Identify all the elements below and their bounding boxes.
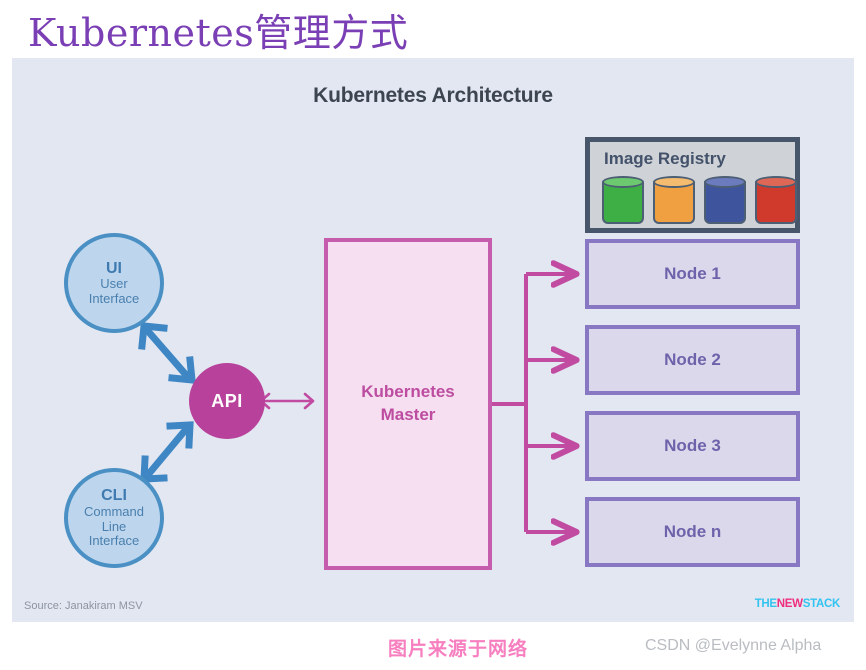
ui-line-1: User [100,276,128,292]
cli-abbr-label: CLI [101,487,127,505]
cli-line-1: Command [84,504,144,520]
api-label: API [211,390,243,411]
chinese-watermark: 图片来源于网络 [388,638,529,660]
csdn-watermark: CSDN @Evelynne Alpha [645,637,822,654]
red-cylinder-icon [755,176,797,224]
logo-the: THE [754,598,777,610]
master-to-nodes-arrows [480,274,575,532]
the-new-stack-logo: THENEWSTACK [754,598,841,610]
source-note: Source: Janakiram MSV [24,600,143,612]
page-title: Kubernetes管理方式 [28,11,409,55]
ui-abbr-label: UI [106,259,122,277]
node-label: Node n [663,522,722,541]
ui-api-arrow [138,322,196,384]
cli-circle[interactable]: CLI Command Line Interface [64,468,164,568]
logo-new: NEW [776,598,803,610]
api-master-arrow [259,392,315,410]
node-box-3[interactable]: Node 3 [585,411,800,481]
ui-line-2: Interface [88,290,140,306]
node-box-n[interactable]: Node n [585,497,800,567]
api-circle[interactable]: API [189,363,265,439]
orange-cylinder-icon [653,176,695,224]
node-label: Node 3 [664,436,721,455]
registry-cylinders [602,172,797,224]
kubernetes-master-box[interactable]: Kubernetes Master [324,238,492,570]
image-registry-box: Image Registry [585,137,800,233]
node-box-1[interactable]: Node 1 [585,239,800,309]
node-label: Node 1 [664,264,721,283]
architecture-slide: Kubernetes Architecture Image Registry N… [12,58,854,622]
cli-line-2: Line [101,518,127,534]
node-label: Node 2 [664,350,721,369]
logo-stack: STACK [802,598,841,610]
master-label-line2: Master [380,405,436,424]
green-cylinder-icon [602,176,644,224]
slide-title: Kubernetes Architecture [313,84,553,107]
ui-circle[interactable]: UI User Interface [64,233,164,333]
blue-cylinder-icon [704,176,746,224]
image-registry-label: Image Registry [604,149,726,168]
cli-api-arrow [140,421,194,483]
master-label-line1: Kubernetes [361,382,455,402]
node-box-2[interactable]: Node 2 [585,325,800,395]
cli-line-3: Interface [88,533,140,549]
